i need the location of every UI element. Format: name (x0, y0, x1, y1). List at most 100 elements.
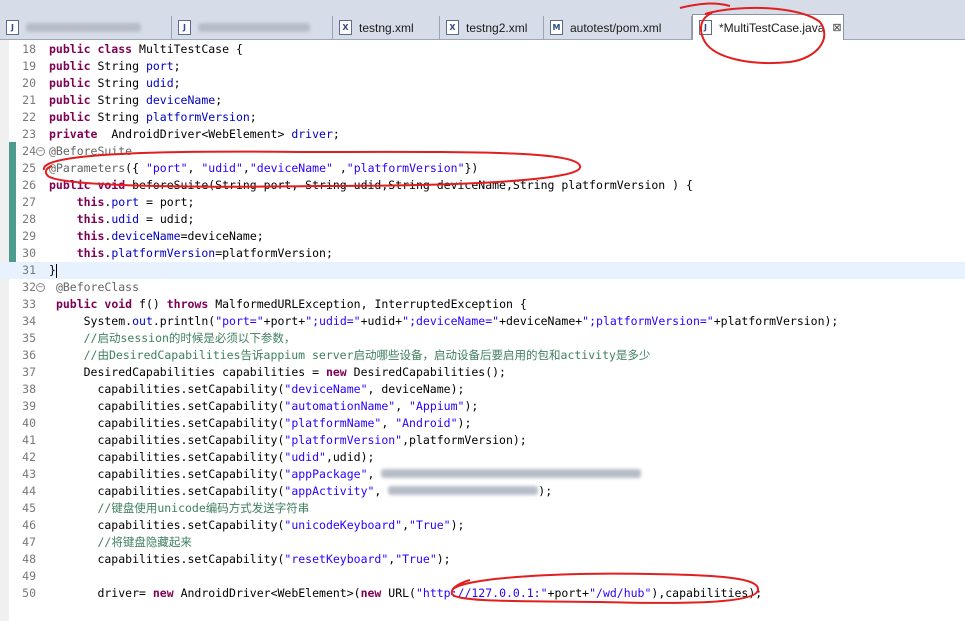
code-token: platformVersion (111, 246, 216, 260)
tab-testng-xml[interactable]: X testng.xml (333, 16, 440, 39)
code-line[interactable]: 31} (0, 262, 965, 279)
code-line[interactable]: 43 capabilities.setCapability("appPackag… (0, 466, 965, 483)
code-token: ; (332, 127, 340, 141)
code-token: String (97, 93, 146, 107)
blurred-tab-label (198, 23, 310, 32)
code-token: new (325, 365, 354, 379)
code-token: +udid+ (360, 314, 403, 328)
code-text: public void beforeSuite(String port, Str… (49, 177, 693, 194)
code-token: //启动session的时候是必须以下参数， (83, 331, 296, 345)
fold-toggle-icon[interactable]: − (36, 283, 45, 292)
tab-autotest-pom-xml[interactable]: M autotest/pom.xml (544, 16, 692, 39)
close-icon[interactable]: ⊠ (832, 21, 841, 34)
code-line[interactable]: 38 capabilities.setCapability("deviceNam… (0, 381, 965, 398)
code-line[interactable]: 23 private AndroidDriver<WebElement> driv… (0, 126, 965, 143)
line-number: 33 (22, 297, 36, 311)
code-text: //由DesiredCapabilities告诉appium server启动哪… (49, 347, 651, 364)
code-line[interactable]: 49 (0, 568, 965, 585)
code-text: capabilities.setCapability("resetKeyboar… (49, 551, 450, 568)
code-line[interactable]: 29 this.deviceName=deviceName; (0, 228, 965, 245)
code-line[interactable]: 44 capabilities.setCapability("appActivi… (0, 483, 965, 500)
line-number: 44 (22, 484, 36, 498)
code-token: capabilities.setCapability( (49, 467, 285, 481)
code-line[interactable]: 40 capabilities.setCapability("platformN… (0, 415, 965, 432)
java-file-icon: J (6, 20, 19, 35)
code-text: //键盘使用unicode编码方式发送字符串 (49, 500, 309, 517)
code-line[interactable]: 42 capabilities.setCapability("udid",udi… (0, 449, 965, 466)
code-token: port (111, 195, 140, 209)
line-number: 19 (22, 59, 36, 73)
code-line[interactable]: 37 DesiredCapabilities capabilities = ne… (0, 364, 965, 381)
code-token: "port" (145, 161, 188, 175)
code-line[interactable]: 36 //由DesiredCapabilities告诉appium server… (0, 347, 965, 364)
code-token: "port=" (215, 314, 264, 328)
tab-testng2-xml[interactable]: X testng2.xml (440, 16, 544, 39)
code-token: "unicodeKeyboard" (284, 518, 403, 532)
code-line[interactable]: 34 System.out.println("port="+port+";udi… (0, 313, 965, 330)
code-line[interactable]: 48 capabilities.setCapability("resetKeyb… (0, 551, 965, 568)
code-text: capabilities.setCapability("platformVers… (49, 432, 527, 449)
line-number: 50 (22, 586, 36, 600)
code-token: this (76, 212, 105, 226)
code-token: deviceName (145, 93, 216, 107)
tab-multitestcase-java[interactable]: J *MultiTestCase.java ⊠ (692, 14, 844, 40)
line-number: 48 (22, 552, 36, 566)
code-line[interactable]: 21 public String deviceName; (0, 92, 965, 109)
line-number: 34 (22, 314, 36, 328)
code-line[interactable]: 50 driver= new AndroidDriver<WebElement>… (0, 585, 965, 602)
code-token: ,platformVersion); (402, 433, 527, 447)
code-line[interactable]: 25 @Parameters({ "port", "udid","deviceNa… (0, 160, 965, 177)
code-token: "Appium" (409, 399, 465, 413)
code-token: @BeforeClass (55, 280, 140, 294)
code-token: ({ (125, 161, 146, 175)
code-token: public class (49, 42, 140, 56)
code-text: capabilities.setCapability("unicodeKeybo… (49, 517, 464, 534)
code-text: //启动session的时候是必须以下参数， (49, 330, 296, 347)
line-number: 39 (22, 399, 36, 413)
code-line[interactable]: 22 public String platformVersion; (0, 109, 965, 126)
tab-blurred-java-2[interactable]: J (172, 16, 333, 39)
code-line[interactable]: 45 //键盘使用unicode编码方式发送字符串 (0, 500, 965, 517)
code-token: public (49, 59, 98, 73)
code-line[interactable]: 30 this.platformVersion=platformVersion; (0, 245, 965, 262)
code-token: String (97, 76, 146, 90)
code-line[interactable]: 39 capabilities.setCapability("automatio… (0, 398, 965, 415)
code-line[interactable]: 35 //启动session的时候是必须以下参数， (0, 330, 965, 347)
code-line[interactable]: 41 capabilities.setCapability("platformV… (0, 432, 965, 449)
code-token: , (402, 518, 410, 532)
code-token: public void (49, 178, 133, 192)
code-line[interactable]: 28 this.udid = udid; (0, 211, 965, 228)
code-token: capabilities.setCapability( (49, 450, 285, 464)
code-line[interactable]: 24− @BeforeSuite (0, 143, 965, 160)
code-line[interactable]: 32− @BeforeClass (0, 279, 965, 296)
code-token: capabilities.setCapability( (49, 433, 285, 447)
code-token: ";deviceName=" (402, 314, 500, 328)
code-token: "True" (395, 552, 437, 566)
line-number: 46 (22, 518, 36, 532)
code-line[interactable]: 46 capabilities.setCapability("unicodeKe… (0, 517, 965, 534)
fold-toggle-icon[interactable]: − (36, 147, 45, 156)
code-line[interactable]: 19 public String port; (0, 58, 965, 75)
code-text: @BeforeClass (49, 279, 139, 296)
code-line[interactable]: 18 public class MultiTestCase { (0, 41, 965, 58)
code-text: public class MultiTestCase { (49, 41, 243, 58)
code-line[interactable]: 33 public void f() throws MalformedURLEx… (0, 296, 965, 313)
code-token: ); (457, 416, 472, 430)
java-file-icon: J (178, 20, 191, 35)
code-line[interactable]: 27 this.port = port; (0, 194, 965, 211)
code-token: +deviceName+ (499, 314, 583, 328)
code-line[interactable]: 20 public String udid; (0, 75, 965, 92)
tab-blurred-java-1[interactable]: J (0, 16, 172, 39)
code-line[interactable]: 47 //将键盘隐藏起来 (0, 534, 965, 551)
code-token: platformVersion (145, 110, 250, 124)
code-token: System. (49, 314, 133, 328)
code-editor[interactable]: 18 public class MultiTestCase {19 public S… (0, 40, 965, 621)
code-token: "http://127.0.0.1:" (415, 586, 548, 600)
code-line[interactable]: 26 public void beforeSuite(String port, S… (0, 177, 965, 194)
code-token: out (132, 314, 153, 328)
code-token: AndroidDriver<WebElement>( (180, 586, 361, 600)
